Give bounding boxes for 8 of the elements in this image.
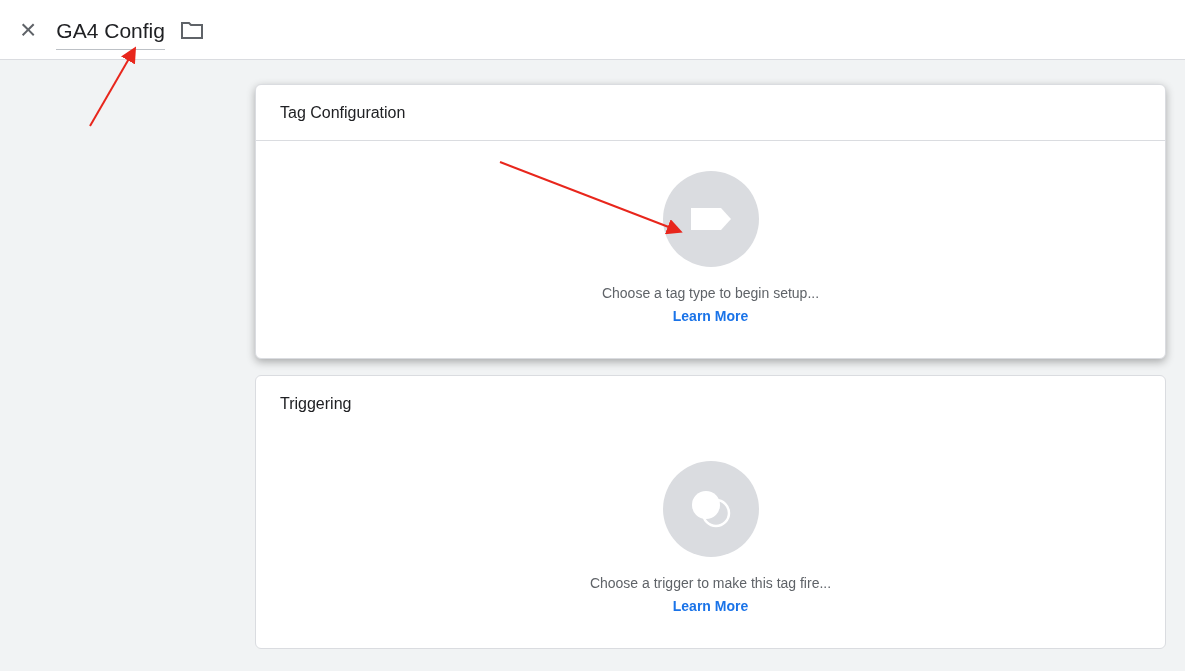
prompt-text: Choose a trigger to make this tag fire... [589, 575, 832, 591]
card-title: Tag Configuration [280, 103, 406, 122]
prompt-text: Choose a tag type to begin setup... [601, 285, 820, 301]
learn-more-link[interactable]: Learn More [672, 308, 749, 324]
close-button[interactable]: × [16, 15, 41, 44]
card-title: Triggering [280, 394, 352, 413]
tag-name-field[interactable]: GA4 Config [56, 17, 165, 50]
learn-more-link[interactable]: Learn More [672, 598, 749, 614]
